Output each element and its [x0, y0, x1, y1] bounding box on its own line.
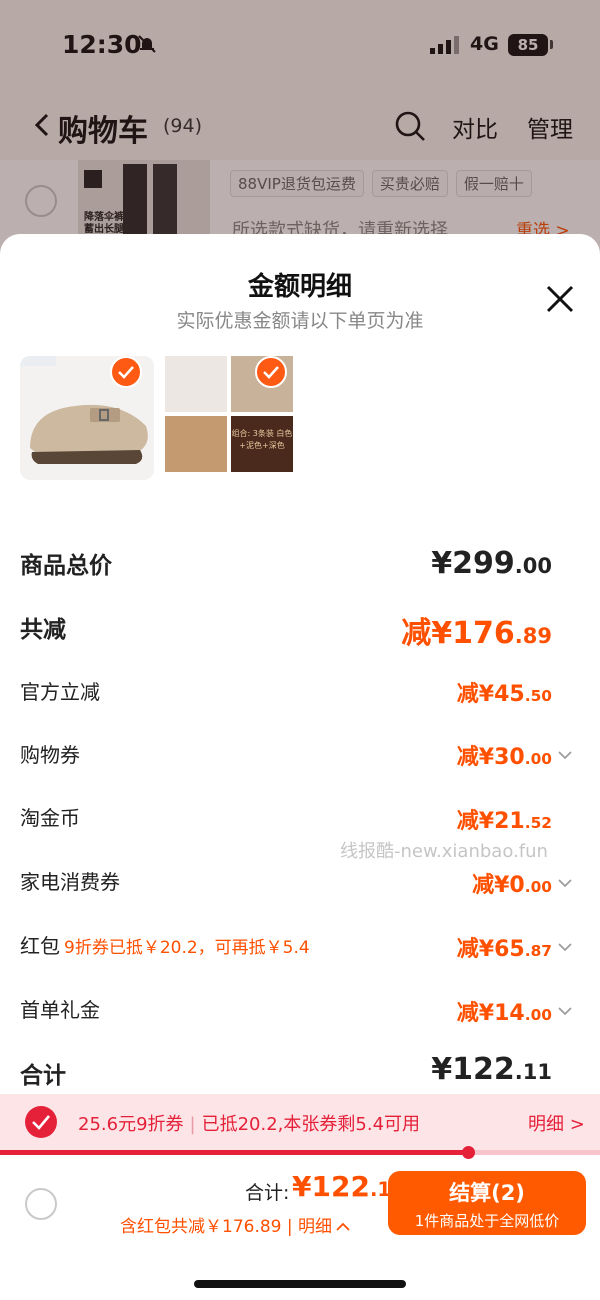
discount-label: 官方立减 [20, 680, 100, 704]
amount-int: 122 [452, 1052, 515, 1087]
currency: ¥ [431, 546, 453, 581]
cart-page-background: 12:30 4G 85 购物车 (94) 对比 管理 降落伞裤 蓄出长腿 88V… [0, 0, 600, 260]
product-image-cell [165, 416, 227, 472]
coupon-detail-link[interactable]: 明细 > [528, 1110, 585, 1136]
watermark-text: 线报酷-new.xianbao.fun [340, 841, 548, 862]
chevron-down-icon[interactable] [558, 748, 572, 762]
hongbao-note: 9折券已抵￥20.2，可再抵￥5.4 [64, 938, 310, 958]
sum-value: ¥122.11 [431, 1052, 552, 1087]
amount-dec: .87 [524, 942, 552, 960]
amount-int: 299 [452, 546, 515, 581]
progress-fill [0, 1150, 468, 1155]
reduce-prefix: 减¥ [472, 873, 510, 898]
coupon-info: 25.6元9折券 | 已抵20.2,本张券剩5.4可用 [78, 1110, 420, 1136]
reduce-prefix: 减¥ [401, 616, 453, 651]
price-detail-sheet: 金额明细 实际优惠金额请以下单页为准 组合: 3条装 白色+泥色+深色 商品总价 [0, 234, 600, 1300]
total-reduce-label: 共减 [20, 617, 66, 643]
reduce-prefix: 减¥ [456, 1001, 495, 1026]
product-thumbnail-set[interactable]: 组合: 3条装 白色+泥色+深色 [165, 356, 293, 476]
amount-dec: .00 [514, 554, 552, 578]
separator: | [189, 1114, 196, 1135]
sheet-title: 金额明细 [247, 272, 352, 302]
reduce-prefix: 减¥ [456, 937, 495, 962]
discount-label: 家电消费券 [20, 870, 120, 894]
discount-value: 减¥65.87 [457, 931, 552, 963]
sum-label: 合计 [20, 1063, 66, 1089]
discount-label: 淘金币 [20, 806, 80, 830]
selected-check-icon [255, 356, 287, 388]
reduce-prefix: 减¥ [456, 682, 495, 707]
amount-dec: .00 [524, 750, 552, 768]
discount-value: 减¥0.00 [472, 867, 552, 899]
checkout-button[interactable]: 结算(2) 1件商品处于全网低价 [388, 1171, 586, 1235]
dim-overlay[interactable] [0, 0, 600, 260]
total-price-label: 商品总价 [20, 553, 112, 579]
reduce-prefix: 减¥ [456, 745, 495, 770]
discount-value: 减¥21.52 [457, 803, 552, 835]
amount-dec: .52 [524, 814, 552, 832]
amount-dec: .00 [524, 1006, 552, 1024]
product-thumbnail-clog[interactable] [20, 356, 154, 480]
select-all-radio[interactable] [25, 1188, 57, 1220]
currency: ¥ [431, 1052, 453, 1087]
product-image-cell: 组合: 3条装 白色+泥色+深色 [231, 416, 293, 472]
reduce-prefix: 减¥ [456, 809, 495, 834]
total-price-value: ¥299.00 [431, 546, 552, 581]
amount-int: 176 [452, 616, 515, 651]
sheet-subtitle: 实际优惠金额请以下单页为准 [176, 310, 424, 332]
product-image-cell [165, 356, 227, 412]
amount-dec: .00 [524, 878, 552, 896]
hongbao-label: 红包 [20, 934, 60, 958]
checkout-label: 结算(2) [449, 1181, 525, 1205]
amount-int: 0 [509, 873, 525, 898]
discount-label: 红包 9折券已抵￥20.2，可再抵￥5.4 [20, 930, 310, 959]
amount-int: 65 [494, 937, 525, 962]
coupon-status: 已抵20.2,本张券剩5.4可用 [201, 1114, 421, 1135]
selected-check-icon [110, 356, 142, 388]
chevron-down-icon[interactable] [558, 1004, 572, 1018]
close-icon[interactable] [545, 284, 575, 314]
discount-label: 首单礼金 [20, 998, 100, 1022]
progress-handle [462, 1146, 475, 1159]
amount-dec: .89 [514, 624, 552, 648]
amount-int: 30 [494, 745, 525, 770]
discount-value: 减¥30.00 [457, 739, 552, 771]
home-indicator [194, 1280, 406, 1288]
amount-int: 14 [494, 1001, 525, 1026]
checkout-sublabel: 1件商品处于全网低价 [414, 1212, 560, 1230]
discount-label: 购物券 [20, 743, 80, 767]
currency: ¥ [292, 1170, 312, 1203]
total-reduce-value: 减¥176.89 [401, 608, 552, 652]
amount-dec: .50 [524, 687, 552, 705]
amount-int: 45 [494, 682, 525, 707]
amount-dec: .11 [514, 1060, 552, 1084]
amount-int: 21 [494, 809, 525, 834]
combo-text: 组合: 3条装 白色+泥色+深色 [231, 429, 293, 450]
amount-int: 122 [311, 1170, 370, 1203]
chevron-down-icon[interactable] [558, 940, 572, 954]
coupon-bar[interactable]: 25.6元9折券 | 已抵20.2,本张券剩5.4可用 明细 > [0, 1094, 600, 1150]
discount-value: 减¥14.00 [457, 995, 552, 1027]
chevron-down-icon[interactable] [558, 876, 572, 890]
chevron-up-icon [336, 1222, 350, 1231]
bottom-sum-label: 合计: [245, 1182, 290, 1204]
coupon-progress-bar [0, 1146, 600, 1159]
coupon-name: 25.6元9折券 [78, 1114, 184, 1135]
discount-value: 减¥45.50 [457, 676, 552, 708]
discount-summary-link[interactable]: 含红包共减￥176.89 | 明细 [120, 1212, 350, 1237]
coupon-check-icon[interactable] [25, 1106, 57, 1138]
discount-summary-text: 含红包共减￥176.89 | 明细 [120, 1217, 333, 1237]
